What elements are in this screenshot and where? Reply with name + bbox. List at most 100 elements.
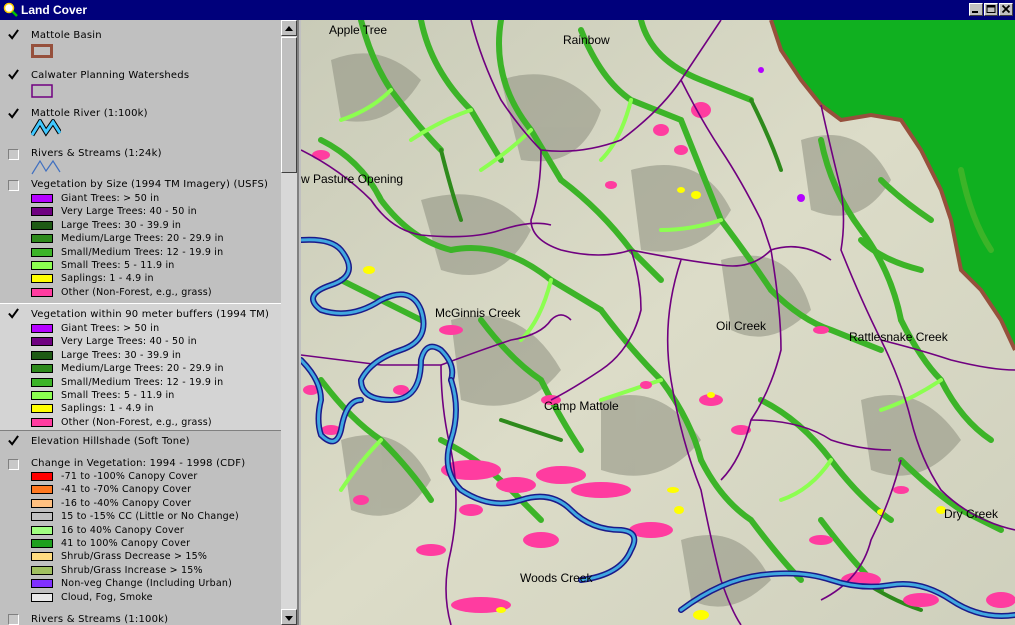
checkbox-unchecked[interactable]	[8, 614, 19, 625]
class-label: 15 to -15% CC (Little or No Change)	[61, 511, 239, 523]
class-label: Small Trees: 5 - 11.9 in	[61, 260, 175, 271]
class-label: -41 to -70% Canopy Cover	[61, 484, 192, 496]
checkbox-unchecked[interactable]	[8, 459, 19, 470]
place-label-pasture-opening: w Pasture Opening	[301, 172, 403, 186]
theme-vegetation-by-size[interactable]: Vegetation by Size (1994 TM Imagery) (US…	[0, 177, 281, 305]
checkbox-unchecked[interactable]	[8, 149, 19, 160]
theme-label: Mattole River (1:100k)	[31, 108, 148, 119]
class-swatch	[31, 337, 53, 347]
theme-label: Rivers & Streams (1:100k)	[31, 614, 169, 625]
class-label: Medium/Large Trees: 20 - 29.9 in	[61, 233, 224, 245]
arrow-down-icon	[285, 616, 293, 621]
legend-panel: Mattole Basin Calwater Planning Watershe…	[0, 20, 299, 625]
class-swatch	[31, 247, 53, 257]
class-swatch	[31, 261, 53, 270]
window-titlebar[interactable]: Land Cover	[0, 0, 1015, 20]
map-canvas[interactable]: Apple Tree Rainbow w Pasture Opening McG…	[301, 20, 1015, 625]
magnifier-app-icon	[3, 2, 18, 17]
class-swatch	[31, 512, 53, 522]
theme-label: Change in Vegetation: 1994 - 1998 (CDF)	[31, 458, 246, 469]
theme-elevation-hillshade[interactable]: Elevation Hillshade (Soft Tone)	[0, 432, 281, 454]
place-label-apple-tree: Apple Tree	[329, 23, 387, 37]
theme-rivers-streams-24k[interactable]: Rivers & Streams (1:24k)	[0, 140, 281, 176]
class-swatch	[31, 287, 53, 297]
class-swatch	[31, 498, 53, 508]
stream-line-symbol	[31, 159, 61, 175]
watershed-outline-symbol	[31, 84, 53, 98]
theme-label: Calwater Planning Watersheds	[31, 70, 190, 81]
place-label-oil-creek: Oil Creek	[716, 319, 767, 333]
class-label: Shrub/Grass Decrease > 15%	[61, 551, 208, 563]
theme-label: Mattole Basin	[31, 30, 102, 41]
river-line-symbol	[31, 119, 61, 137]
checkmark-icon[interactable]	[8, 108, 19, 119]
minimize-icon	[972, 11, 978, 13]
class-swatch	[31, 207, 53, 217]
maximize-button[interactable]	[984, 3, 998, 16]
checkmark-icon[interactable]	[8, 29, 19, 40]
class-swatch	[31, 234, 53, 244]
class-label: Small/Medium Trees: 12 - 19.9 in	[61, 246, 224, 258]
class-swatch	[31, 472, 53, 481]
class-label: Other (Non-Forest, e.g., grass)	[61, 286, 212, 298]
place-label-mcginnis-creek: McGinnis Creek	[435, 306, 521, 320]
theme-rivers-streams-100k[interactable]: Rivers & Streams (1:100k)	[0, 610, 281, 625]
scroll-down-button[interactable]	[281, 609, 297, 625]
class-label: Non-veg Change (Including Urban)	[61, 578, 233, 590]
legend-scrollbar[interactable]	[281, 20, 297, 625]
class-swatch	[31, 274, 53, 284]
class-label: Giant Trees: > 50 in	[61, 193, 160, 204]
class-label: Small Trees: 5 - 11.9 in	[61, 390, 175, 401]
class-label: Very Large Trees: 40 - 50 in	[61, 336, 197, 348]
class-swatch	[31, 220, 53, 230]
theme-change-in-vegetation[interactable]: Change in Vegetation: 1994 - 1998 (CDF) …	[0, 455, 281, 605]
class-swatch	[31, 592, 53, 602]
close-icon	[1001, 4, 1011, 14]
class-swatch	[31, 194, 53, 203]
theme-vegetation-buffers[interactable]: Vegetation within 90 meter buffers (1994…	[0, 303, 281, 431]
place-label-rainbow: Rainbow	[563, 33, 610, 47]
maximize-icon	[986, 5, 996, 13]
checkmark-icon[interactable]	[8, 435, 19, 446]
class-label: -16 to -40% Canopy Cover	[61, 497, 192, 509]
map-view[interactable]: Apple Tree Rainbow w Pasture Opening McG…	[301, 20, 1015, 625]
class-swatch	[31, 552, 53, 562]
checkmark-icon[interactable]	[8, 308, 19, 319]
place-label-camp-mattole: Camp Mattole	[544, 399, 619, 413]
theme-mattole-river[interactable]: Mattole River (1:100k)	[0, 99, 281, 139]
class-swatch	[31, 377, 53, 387]
place-label-rattlesnake-creek: Rattlesnake Creek	[849, 330, 949, 344]
class-swatch	[31, 485, 53, 495]
class-swatch	[31, 579, 53, 589]
theme-mattole-basin[interactable]: Mattole Basin	[0, 20, 281, 58]
class-label: Very Large Trees: 40 - 50 in	[61, 206, 197, 218]
class-label: Saplings: 1 - 4.9 in	[61, 403, 154, 415]
class-swatch	[31, 350, 53, 360]
basin-outline-symbol	[31, 44, 53, 58]
class-swatch	[31, 565, 53, 575]
theme-label: Elevation Hillshade (Soft Tone)	[31, 436, 190, 447]
class-label: Large Trees: 30 - 39.9 in	[61, 349, 182, 361]
arrow-up-icon	[285, 26, 293, 31]
place-label-woods-creek: Woods Creek	[520, 571, 593, 585]
class-swatch	[31, 525, 53, 535]
scroll-up-button[interactable]	[281, 20, 297, 36]
class-swatch	[31, 404, 53, 414]
class-swatch	[31, 417, 53, 427]
checkmark-icon[interactable]	[8, 69, 19, 80]
class-label: Shrub/Grass Increase > 15%	[61, 564, 203, 576]
class-label: -71 to -100% Canopy Cover	[61, 471, 198, 482]
scroll-thumb[interactable]	[281, 37, 297, 173]
theme-label: Vegetation by Size (1994 TM Imagery) (US…	[31, 179, 269, 190]
class-swatch	[31, 324, 53, 333]
minimize-button[interactable]	[969, 3, 983, 16]
class-label: Saplings: 1 - 4.9 in	[61, 273, 154, 285]
checkbox-unchecked[interactable]	[8, 180, 19, 191]
class-swatch	[31, 539, 53, 548]
class-label: 16 to 40% Canopy Cover	[61, 524, 184, 536]
class-label: 41 to 100% Canopy Cover	[61, 538, 191, 549]
close-button[interactable]	[999, 3, 1013, 16]
theme-calwater-watersheds[interactable]: Calwater Planning Watersheds	[0, 60, 281, 98]
theme-label: Vegetation within 90 meter buffers (1994…	[31, 309, 270, 320]
class-label: Large Trees: 30 - 39.9 in	[61, 219, 182, 231]
